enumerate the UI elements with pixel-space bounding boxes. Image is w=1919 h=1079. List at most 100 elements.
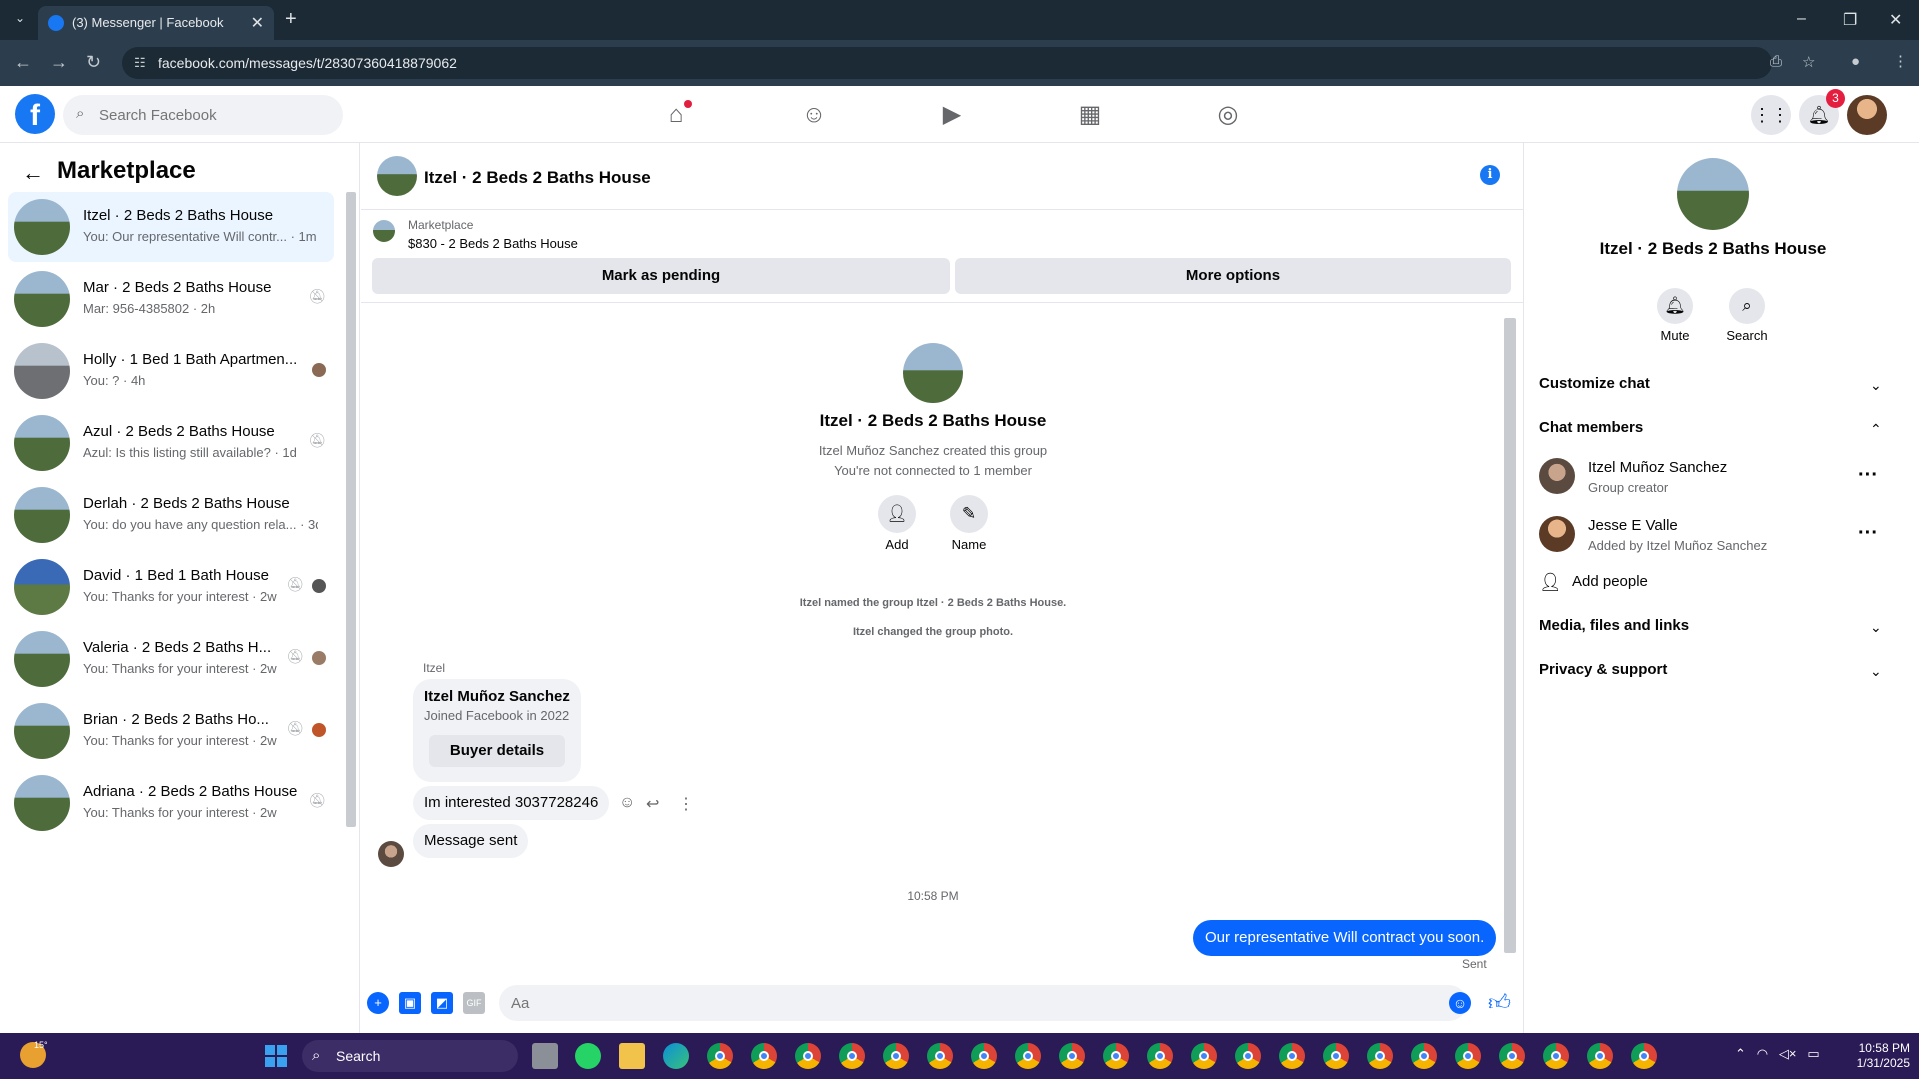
profile-icon[interactable]: ● xyxy=(1851,53,1860,70)
reload-icon[interactable]: ↻ xyxy=(86,52,101,73)
add-member-icon[interactable]: 👤︎ xyxy=(878,495,916,533)
marketplace-icon[interactable]: ▦ xyxy=(1075,100,1105,130)
taskbar-search[interactable]: ⌕ Search xyxy=(302,1040,518,1072)
close-window-icon[interactable]: ✕ xyxy=(1889,10,1902,30)
add-people-button[interactable]: Add people xyxy=(1572,573,1648,590)
sticker-icon[interactable]: ◩ xyxy=(431,992,453,1014)
video-icon[interactable]: ▶ xyxy=(937,100,967,130)
incoming-message[interactable]: Message sent xyxy=(413,824,529,858)
windows-start-icon[interactable] xyxy=(265,1045,287,1067)
chrome-icon[interactable] xyxy=(883,1043,909,1069)
conversation-list-scrollbar[interactable] xyxy=(346,192,356,827)
friends-icon[interactable]: ☺ xyxy=(799,100,829,130)
back-icon[interactable]: ← xyxy=(14,52,32,73)
chrome-icon[interactable] xyxy=(1499,1043,1525,1069)
gif-icon[interactable]: GIF xyxy=(463,992,485,1014)
chrome-icon[interactable] xyxy=(927,1043,953,1069)
gaming-icon[interactable]: ◎ xyxy=(1213,100,1243,130)
listing-title[interactable]: $830 - 2 Beds 2 Baths House xyxy=(408,236,578,251)
chrome-icon[interactable] xyxy=(707,1043,733,1069)
chrome-icon[interactable] xyxy=(1147,1043,1173,1069)
omnibox[interactable]: ☷ facebook.com/messages/t/28307360418879… xyxy=(122,47,1772,79)
chrome-icon[interactable] xyxy=(1103,1043,1129,1069)
conversation-item[interactable]: Azul · 2 Beds 2 Baths House Azul: Is thi… xyxy=(8,408,334,478)
file-explorer-icon[interactable] xyxy=(619,1043,645,1069)
mark-pending-button[interactable]: Mark as pending xyxy=(372,258,950,294)
chevron-up-icon[interactable]: ⌃ xyxy=(1870,421,1882,438)
message-input[interactable] xyxy=(499,985,1467,1021)
info-icon[interactable]: i xyxy=(1480,165,1500,185)
chat-avatar[interactable] xyxy=(377,156,417,196)
chat-members-section[interactable]: Chat members xyxy=(1539,419,1643,436)
privacy-support-section[interactable]: Privacy & support xyxy=(1539,661,1667,678)
chevron-down-icon[interactable]: ⌄ xyxy=(1870,619,1882,636)
conversation-item[interactable]: Brian · 2 Beds 2 Baths Ho... You: Thanks… xyxy=(8,696,334,766)
member-avatar[interactable] xyxy=(1539,458,1575,494)
search-icon[interactable]: ⌕ xyxy=(1729,288,1765,324)
new-tab-icon[interactable]: + xyxy=(285,8,297,31)
chrome-icon[interactable] xyxy=(1455,1043,1481,1069)
chrome-icon[interactable] xyxy=(1367,1043,1393,1069)
chrome-icon[interactable] xyxy=(839,1043,865,1069)
media-files-section[interactable]: Media, files and links xyxy=(1539,617,1689,634)
menu-grid-icon[interactable]: ⋮⋮ xyxy=(1751,95,1791,135)
facebook-logo-icon[interactable]: f xyxy=(15,94,55,134)
account-avatar[interactable] xyxy=(1847,95,1887,135)
whatsapp-icon[interactable] xyxy=(575,1043,601,1069)
tab-search-icon[interactable]: ⌄ xyxy=(10,8,30,28)
chat-scrollbar[interactable] xyxy=(1504,318,1516,953)
minimize-icon[interactable]: – xyxy=(1797,10,1806,28)
close-tab-icon[interactable]: ✕ xyxy=(251,13,264,33)
back-arrow-icon[interactable]: ← xyxy=(22,160,44,186)
edit-name-icon[interactable]: ✎ xyxy=(950,495,988,533)
chrome-icon[interactable] xyxy=(795,1043,821,1069)
system-tray-icons[interactable]: ⌃ ◠ ◁× ▭ xyxy=(1735,1046,1820,1062)
facebook-search[interactable]: ⌕ xyxy=(63,95,343,135)
more-options-button[interactable]: More options xyxy=(955,258,1511,294)
browser-tab[interactable]: (3) Messenger | Facebook ✕ xyxy=(38,6,274,40)
browser-menu-icon[interactable]: ⋮ xyxy=(1893,52,1908,70)
member-avatar[interactable] xyxy=(1539,516,1575,552)
mute-bell-icon[interactable]: 🔔︎ xyxy=(1657,288,1693,324)
chat-title[interactable]: Itzel · 2 Beds 2 Baths House xyxy=(424,168,651,188)
chrome-icon[interactable] xyxy=(971,1043,997,1069)
restore-icon[interactable]: ❐ xyxy=(1843,10,1857,30)
install-app-icon[interactable]: ⎙ xyxy=(1770,53,1782,70)
chrome-icon[interactable] xyxy=(1235,1043,1261,1069)
conversation-item[interactable]: Itzel · 2 Beds 2 Baths House You: Our re… xyxy=(8,192,334,262)
forward-icon[interactable]: → xyxy=(50,52,68,73)
outgoing-message[interactable]: Our representative Will contract you soo… xyxy=(1193,920,1497,956)
taskbar-clock[interactable]: 10:58 PM 1/31/2025 xyxy=(1840,1041,1910,1071)
react-emoji-icon[interactable]: ☺ xyxy=(619,794,635,812)
chevron-down-icon[interactable]: ⌄ xyxy=(1870,663,1882,680)
site-info-icon[interactable]: ☷ xyxy=(134,55,146,71)
thumbs-up-icon[interactable]: 👍︎ xyxy=(1488,989,1511,1016)
add-people-icon[interactable]: 👤︎ xyxy=(1539,572,1562,593)
member-options-icon[interactable]: ··· xyxy=(1858,464,1878,487)
search-input[interactable] xyxy=(99,95,329,135)
reply-icon[interactable]: ↩ xyxy=(646,794,659,814)
emoji-icon[interactable]: ☺ xyxy=(1449,992,1471,1014)
member-name[interactable]: Jesse E Valle xyxy=(1588,517,1678,534)
conversation-item[interactable]: Mar · 2 Beds 2 Baths House Mar: 956-4385… xyxy=(8,264,334,334)
chevron-down-icon[interactable]: ⌄ xyxy=(1870,377,1882,394)
edge-icon[interactable] xyxy=(663,1043,689,1069)
plus-icon[interactable]: + xyxy=(367,992,389,1014)
conversation-item[interactable]: David · 1 Bed 1 Bath House You: Thanks f… xyxy=(8,552,334,622)
photo-icon[interactable]: ▣ xyxy=(399,992,421,1014)
chrome-icon[interactable] xyxy=(1631,1043,1657,1069)
task-view-icon[interactable] xyxy=(532,1043,558,1069)
conversation-item[interactable]: Valeria · 2 Beds 2 Baths H... You: Thank… xyxy=(8,624,334,694)
conversation-item[interactable]: Derlah · 2 Beds 2 Baths House You: do yo… xyxy=(8,480,334,550)
buyer-details-button[interactable]: Buyer details xyxy=(429,735,565,767)
incoming-message[interactable]: Im interested 3037728246 xyxy=(413,786,610,820)
bookmark-star-icon[interactable]: ☆ xyxy=(1802,53,1815,71)
chrome-icon[interactable] xyxy=(751,1043,777,1069)
chrome-icon[interactable] xyxy=(1059,1043,1085,1069)
chrome-icon[interactable] xyxy=(1323,1043,1349,1069)
member-name[interactable]: Itzel Muñoz Sanchez xyxy=(1588,459,1727,476)
chrome-icon[interactable] xyxy=(1015,1043,1041,1069)
customize-chat-section[interactable]: Customize chat xyxy=(1539,375,1650,392)
chrome-icon[interactable] xyxy=(1411,1043,1437,1069)
conversation-item[interactable]: Adriana · 2 Beds 2 Baths House You: Than… xyxy=(8,768,334,838)
